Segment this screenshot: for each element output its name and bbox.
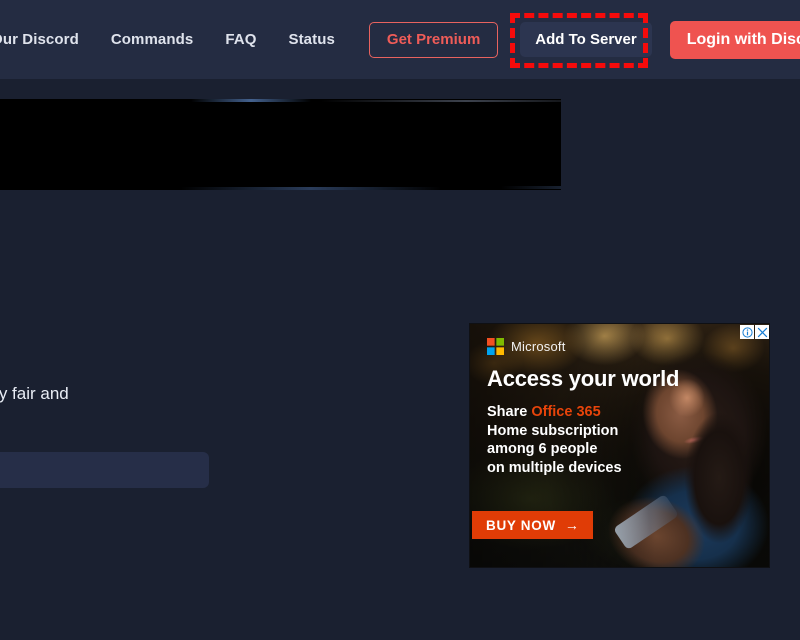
- add-to-server-wrapper: Add To Server: [510, 13, 652, 68]
- ad-subtext-line-4: on multiple devices: [487, 459, 622, 476]
- nav-link-join-our-discord[interactable]: oin Our Discord: [0, 31, 95, 48]
- page-root: oin Our Discord Commands FAQ Status Get …: [0, 0, 800, 640]
- ad-brand: Microsoft: [487, 338, 566, 355]
- login-with-discord-button[interactable]: Login with Discord: [669, 20, 800, 59]
- nav-actions: Get Premium Add To Server Login with Dis…: [368, 13, 800, 68]
- ad-badges: [740, 325, 769, 339]
- get-premium-button[interactable]: Get Premium: [368, 21, 499, 58]
- nav-link-commands[interactable]: Commands: [95, 31, 209, 48]
- info-glyph-icon: [741, 326, 753, 338]
- nav-link-status[interactable]: Status: [272, 31, 350, 48]
- nav-links: oin Our Discord Commands FAQ Status: [0, 31, 351, 48]
- ad-subtext-line-1: Share Office 365: [487, 403, 622, 422]
- embedded-video-block[interactable]: [0, 99, 561, 190]
- close-glyph-icon: [757, 327, 767, 337]
- video-glow-highlight: [181, 187, 441, 190]
- section-paragraph: rs a completely fair and: [0, 384, 69, 403]
- nav-link-faq[interactable]: FAQ: [209, 31, 272, 48]
- video-glow-highlight: [191, 99, 311, 102]
- ad-content: Microsoft Access your world Share Office…: [470, 324, 769, 567]
- content-card[interactable]: [0, 452, 209, 488]
- ad-brand-name: Microsoft: [511, 339, 566, 354]
- close-icon[interactable]: [755, 325, 769, 339]
- ad-subtext: Share Office 365 Home subscription among…: [487, 403, 622, 477]
- video-glow-highlight: [501, 186, 561, 189]
- add-to-server-button[interactable]: Add To Server: [520, 22, 652, 57]
- adchoices-info-icon[interactable]: [740, 325, 754, 339]
- top-navigation-bar: oin Our Discord Commands FAQ Status Get …: [0, 0, 800, 79]
- ad-buy-now-label: BUY NOW: [486, 517, 556, 533]
- ad-share-label: Share: [487, 404, 532, 420]
- arrow-right-icon: →: [564, 517, 579, 533]
- ad-subtext-line-2: Home subscription: [487, 422, 619, 439]
- ad-buy-now-button[interactable]: BUY NOW →: [472, 511, 593, 539]
- ad-subtext-line-3: among 6 people: [487, 441, 598, 457]
- ad-office365-label: Office 365: [531, 404, 601, 420]
- video-glow-highlight: [321, 100, 561, 102]
- advertisement-banner[interactable]: Microsoft Access your world Share Office…: [469, 323, 770, 568]
- ad-headline: Access your world: [487, 366, 680, 391]
- microsoft-logo-icon: [487, 338, 504, 355]
